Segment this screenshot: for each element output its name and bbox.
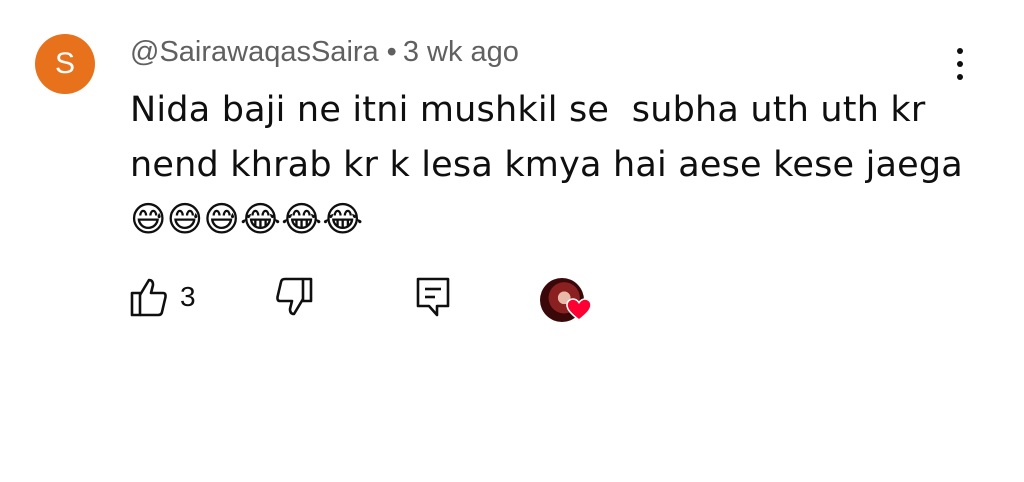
reply-button[interactable] — [415, 276, 451, 318]
comment-actions: 3 — [130, 276, 610, 326]
reply-comment-icon — [415, 276, 451, 318]
comment-meta: @SairawaqasSaira • 3 wk ago — [130, 36, 519, 69]
author-handle[interactable]: @SairawaqasSaira — [130, 36, 379, 68]
comment-text: Nida baji ne itni mushkil se subha uth u… — [130, 90, 975, 240]
avatar[interactable]: S — [35, 34, 95, 94]
comment-time[interactable]: 3 wk ago — [403, 36, 519, 68]
meta-separator: • — [386, 36, 397, 68]
thumbs-down-icon — [275, 276, 313, 318]
more-vertical-dot — [957, 61, 963, 67]
dislike-button[interactable] — [275, 276, 313, 318]
more-options-button[interactable] — [948, 44, 972, 84]
creator-heart-icon — [566, 298, 592, 327]
like-button[interactable]: 3 — [130, 276, 196, 318]
thumbs-up-icon — [130, 276, 168, 318]
more-vertical-dot — [957, 74, 963, 80]
more-vertical-icon — [957, 48, 963, 54]
creator-heart-badge — [540, 276, 600, 326]
like-count: 3 — [180, 281, 196, 312]
